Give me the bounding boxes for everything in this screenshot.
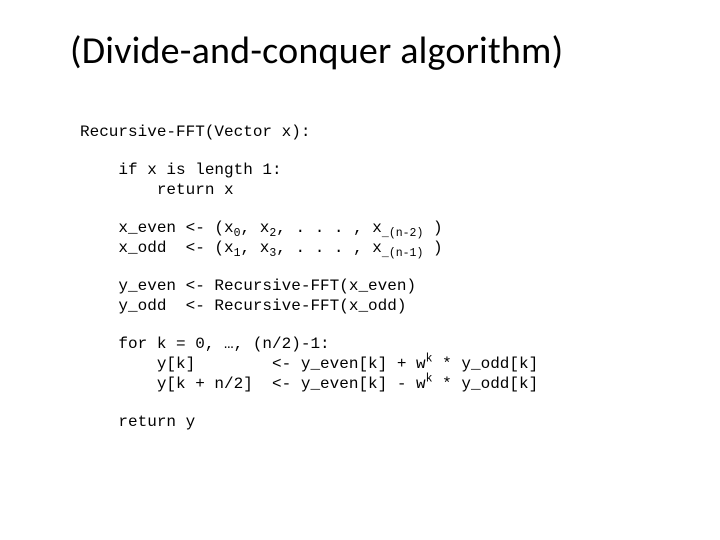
code-base-if: if x is length 1: — [80, 161, 282, 179]
code-loop-head: for k = 0, …, (n/2)-1: — [80, 335, 330, 353]
code-return: return y — [80, 413, 195, 431]
slide: (Divide-and-conquer algorithm) Recursive… — [0, 0, 720, 540]
code-block: Recursive-FFT(Vector x): if x is length … — [80, 102, 670, 490]
code-loop-body2: y[k + n/2] <- y_even[k] - wk * y_odd[k] — [80, 375, 538, 393]
code-signature: Recursive-FFT(Vector x): — [80, 123, 310, 141]
code-xodd: x_odd <- (x1, x3, . . . , x_(n-1) ) — [80, 239, 443, 257]
code-rec-even: y_even <- Recursive-FFT(x_even) — [80, 277, 416, 295]
code-loop-body1: y[k] <- y_even[k] + wk * y_odd[k] — [80, 355, 538, 373]
code-base-return: return x — [80, 181, 234, 199]
code-xeven: x_even <- (x0, x2, . . . , x_(n-2) ) — [80, 219, 443, 237]
code-rec-odd: y_odd <- Recursive-FFT(x_odd) — [80, 297, 406, 315]
slide-title: (Divide-and-conquer algorithm) — [70, 28, 670, 74]
